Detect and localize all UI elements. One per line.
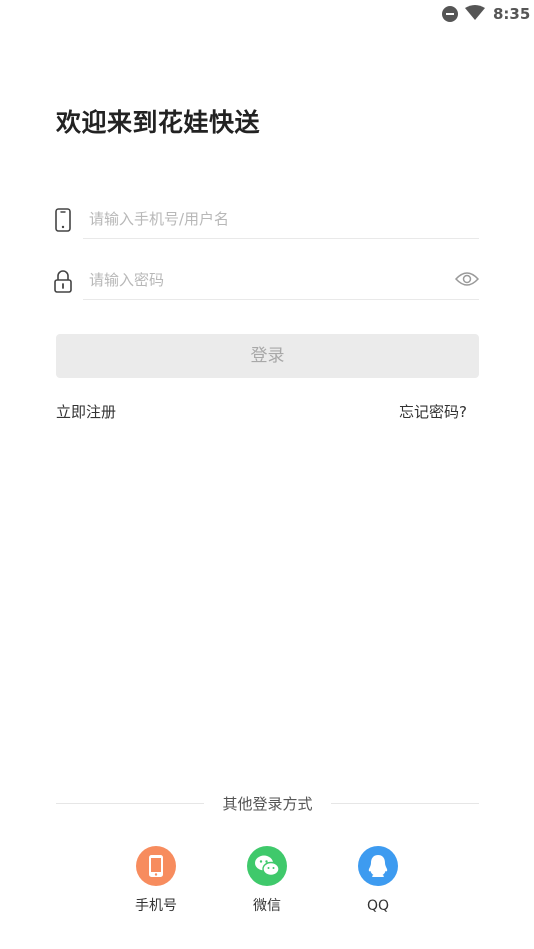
social-login-phone[interactable]: 手机号 (116, 846, 196, 921)
social-phone-circle (136, 846, 176, 886)
wifi-icon (465, 5, 485, 20)
password-field (83, 261, 479, 300)
do-not-disturb-icon (442, 6, 458, 22)
account-field (83, 200, 479, 239)
status-time: 8:35 (493, 5, 531, 23)
wechat-icon (247, 846, 287, 886)
account-input[interactable] (89, 200, 429, 238)
divider-line-right (331, 803, 479, 804)
page-title: 欢迎来到花娃快送 (56, 108, 261, 137)
social-qq-label: QQ (366, 898, 390, 914)
other-login-divider: 其他登录方式 (56, 793, 479, 815)
social-login-qq[interactable]: QQ (338, 846, 418, 921)
password-input[interactable] (89, 261, 429, 299)
social-qq-circle (358, 846, 398, 886)
social-wechat-circle (247, 846, 287, 886)
account-row (52, 200, 479, 240)
login-button[interactable]: 登录 (56, 334, 479, 378)
qq-icon (358, 846, 398, 886)
register-link[interactable]: 立即注册 (56, 401, 116, 423)
status-bar: 8:35 (0, 0, 534, 30)
social-wechat-label: 微信 (253, 898, 281, 914)
lock-icon (54, 270, 72, 293)
password-row (52, 261, 479, 301)
social-phone-label: 手机号 (135, 898, 177, 914)
other-login-title: 其他登录方式 (222, 795, 313, 813)
forgot-password-link[interactable]: 忘记密码? (399, 401, 467, 423)
phone-icon (55, 208, 71, 232)
social-login-wechat[interactable]: 微信 (227, 846, 307, 921)
eye-icon[interactable] (455, 270, 479, 288)
phone-icon (136, 846, 176, 886)
